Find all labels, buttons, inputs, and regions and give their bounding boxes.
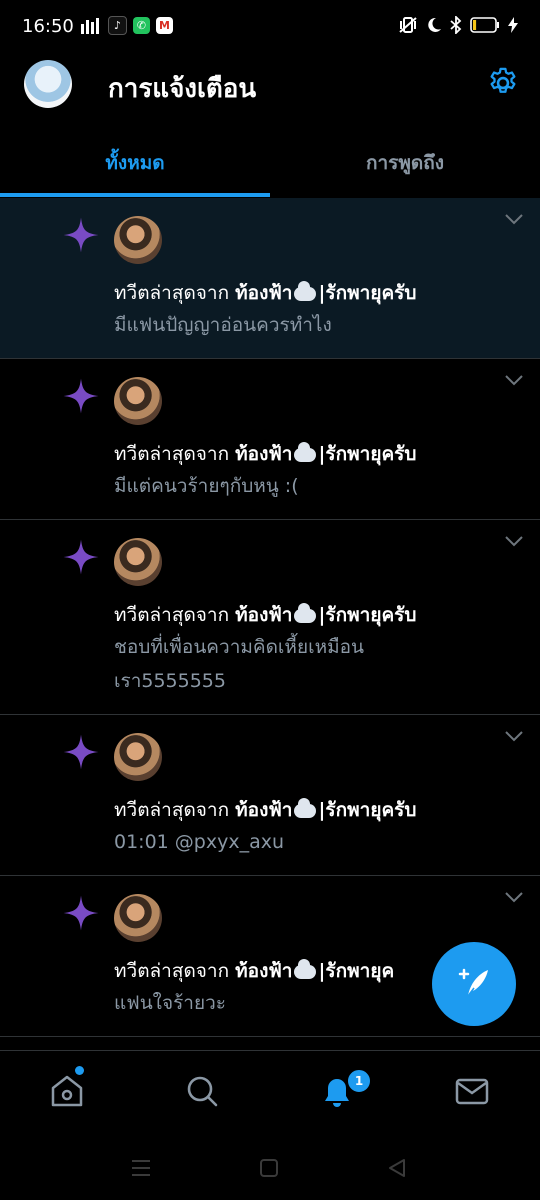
notification-item[interactable]: ทวีตล่าสุดจาก ท้องฟ้า |รักพายุครับ มีแต่ค… (0, 359, 540, 520)
sparkle-icon (63, 378, 99, 414)
search-icon[interactable] (182, 1071, 222, 1111)
cloud-emoji-icon (294, 441, 317, 462)
notification-prefix: ทวีตล่าสุดจาก (114, 282, 230, 304)
compose-tweet-icon (458, 968, 488, 997)
notification-count-badge: 1 (346, 1068, 372, 1094)
sparkle-icon (63, 217, 99, 253)
notification-title: ทวีตล่าสุดจาก ท้องฟ้า |รักพายุค (114, 956, 394, 986)
active-tab-indicator (0, 193, 270, 197)
charging-icon (508, 17, 518, 33)
tab-all[interactable]: ทั้งหมด (0, 130, 270, 196)
chevron-down-icon[interactable] (504, 890, 524, 904)
sparkle-icon (63, 895, 99, 931)
author-suffix[interactable]: |รักพายุครับ (318, 443, 416, 465)
notification-list: ทวีตล่าสุดจาก ท้องฟ้า |รักพายุครับ มีแฟนป… (0, 198, 540, 1037)
status-bar: 16:50 ♪ ✆ M (0, 0, 540, 56)
notification-text: ชอบที่เพื่อนความคิดเหี้ยเหมือนเรา5555555 (114, 636, 365, 692)
notification-item[interactable]: ทวีตล่าสุดจาก ท้องฟ้า |รักพายุครับ 01:01 … (0, 715, 540, 876)
chevron-down-icon[interactable] (504, 729, 524, 743)
vibrate-icon (399, 17, 417, 33)
author-suffix[interactable]: |รักพายุครับ (318, 282, 416, 304)
signal-meter-icon (81, 17, 99, 34)
notification-item[interactable]: ทวีตล่าสุดจาก ท้องฟ้า |รักพายุครับ มีแฟนป… (0, 198, 540, 359)
page-title: การแจ้งเตือน (108, 74, 257, 104)
notification-item[interactable]: ทวีตล่าสุดจาก ท้องฟ้า |รักพายุครับ ชอบที่… (0, 520, 540, 715)
author-avatar[interactable] (114, 377, 162, 425)
author-suffix[interactable]: |รักพายุครับ (318, 799, 416, 821)
tiktok-icon: ♪ (108, 16, 127, 35)
author-avatar[interactable] (114, 538, 162, 586)
cloud-emoji-icon (294, 797, 317, 818)
author-avatar[interactable] (114, 894, 162, 942)
sparkle-icon (63, 734, 99, 770)
bluetooth-icon (450, 16, 462, 34)
do-not-disturb-icon (428, 17, 441, 32)
notification-text: 01:01 @pxyx_axu (114, 831, 285, 853)
top-header: การแจ้งเตือน (0, 56, 540, 118)
cloud-emoji-icon (294, 958, 317, 979)
profile-avatar[interactable] (24, 60, 72, 108)
home-button-icon[interactable] (259, 1158, 279, 1178)
author-suffix[interactable]: |รักพายุค (318, 960, 394, 982)
sparkle-icon (63, 539, 99, 575)
system-icons (398, 16, 518, 34)
notification-title: ทวีตล่าสุดจาก ท้องฟ้า |รักพายุครับ (114, 795, 416, 825)
battery-icon (470, 17, 499, 33)
tab-mentions[interactable]: การพูดถึง (270, 130, 540, 196)
notification-prefix: ทวีตล่าสุดจาก (114, 960, 230, 982)
back-icon[interactable] (386, 1157, 408, 1179)
tab-bar: ทั้งหมด การพูดถึง (0, 130, 540, 199)
notification-title: ทวีตล่าสุดจาก ท้องฟ้า |รักพายุครับ (114, 278, 416, 308)
home-icon[interactable] (47, 1071, 87, 1111)
bottom-navigation (0, 1050, 540, 1135)
notification-title: ทวีตล่าสุดจาก ท้องฟ้า |รักพายุครับ (114, 439, 416, 469)
cloud-emoji-icon (294, 602, 317, 623)
chevron-down-icon[interactable] (504, 373, 524, 387)
notification-prefix: ทวีตล่าสุดจาก (114, 443, 230, 465)
gear-icon[interactable] (486, 66, 520, 100)
author-name[interactable]: ท้องฟ้า (235, 443, 292, 465)
messages-icon[interactable] (452, 1071, 492, 1111)
notification-prefix: ทวีตล่าสุดจาก (114, 604, 230, 626)
chevron-down-icon[interactable] (504, 212, 524, 226)
notification-text: มีแฟนปัญญาอ่อนควรทำไง (114, 314, 332, 336)
compose-tweet-button[interactable] (432, 942, 516, 1026)
author-name[interactable]: ท้องฟ้า (235, 799, 292, 821)
author-name[interactable]: ท้องฟ้า (235, 960, 292, 982)
author-name[interactable]: ท้องฟ้า (235, 282, 292, 304)
author-avatar[interactable] (114, 733, 162, 781)
author-suffix[interactable]: |รักพายุครับ (318, 604, 416, 626)
line-icon: ✆ (133, 17, 150, 34)
gmail-icon: M (156, 17, 173, 34)
system-navigation-bar (0, 1136, 540, 1200)
chevron-down-icon[interactable] (504, 534, 524, 548)
author-avatar[interactable] (114, 216, 162, 264)
notification-text: มีแต่คนวร้ายๆกับหนู :( (114, 475, 299, 497)
author-name[interactable]: ท้องฟ้า (235, 604, 292, 626)
cloud-emoji-icon (294, 280, 317, 301)
notification-prefix: ทวีตล่าสุดจาก (114, 799, 230, 821)
status-time: 16:50 (22, 16, 74, 37)
home-unread-dot (75, 1066, 84, 1075)
notification-icons: ♪ ✆ M (80, 16, 173, 35)
recents-icon[interactable] (130, 1158, 152, 1178)
notification-title: ทวีตล่าสุดจาก ท้องฟ้า |รักพายุครับ (114, 600, 416, 630)
